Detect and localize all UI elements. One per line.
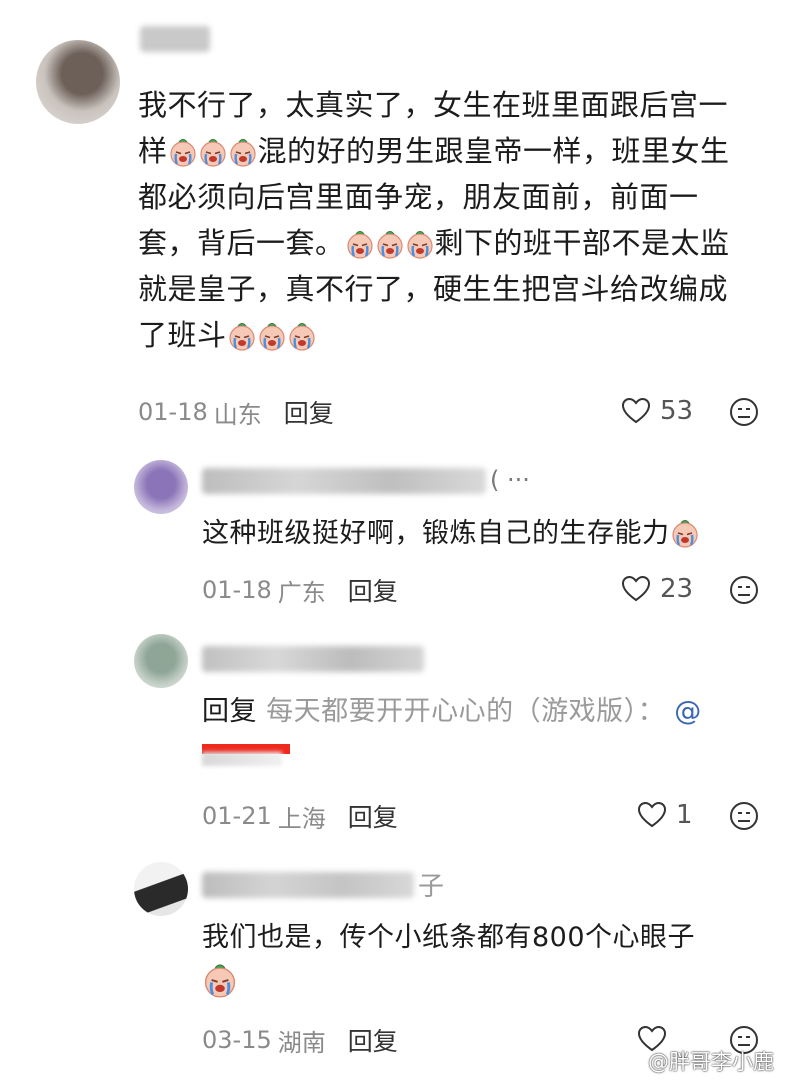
like-count: 23	[660, 574, 694, 604]
avatar[interactable]	[134, 634, 188, 688]
username-blurred[interactable]	[140, 26, 210, 52]
heart-icon	[620, 573, 652, 605]
comment-location: 山东	[213, 400, 262, 429]
reply-button[interactable]: 回复	[284, 394, 334, 430]
reply-prefix: 回复	[202, 696, 257, 727]
reply-button[interactable]: 回复	[348, 1022, 398, 1058]
crying-face-emoji	[375, 229, 405, 259]
crying-face-emoji	[228, 137, 258, 167]
comment-meta: 03-15 湖南 回复	[202, 1022, 398, 1058]
crying-face-emoji	[345, 229, 375, 259]
comment-date: 01-18	[138, 398, 208, 426]
avatar[interactable]	[36, 40, 120, 124]
like-button[interactable]: 23	[620, 572, 693, 606]
comment-date: 01-18	[202, 576, 272, 604]
crying-face-emoji	[202, 962, 238, 998]
comment-text: 我不行了，太真实了，女生在班里面跟后宫一 样混的好的男生跟皇帝一样，班里女生 都…	[138, 88, 730, 352]
avatar[interactable]	[134, 460, 188, 514]
comment-meta: 01-18 山东 回复	[138, 394, 334, 430]
reply-button[interactable]: 回复	[348, 798, 398, 834]
emoji-reaction-icon[interactable]	[728, 396, 760, 428]
comment-date: 03-15	[202, 1026, 272, 1054]
crying-face-emoji	[405, 229, 435, 259]
crying-face-emoji	[198, 137, 228, 167]
quoted-username[interactable]: 每天都要开开心心的（游戏版）：	[266, 696, 665, 727]
comment-location: 广东	[277, 578, 326, 607]
like-count: 1	[676, 800, 693, 830]
like-button[interactable]: 53	[620, 394, 693, 428]
comment-location: 上海	[277, 804, 326, 833]
watermark: @胖哥李小鹿	[648, 1050, 774, 1074]
comment-text: 这种班级挺好啊，锻炼自己的生存能力	[202, 512, 782, 556]
reply-button[interactable]: 回复	[348, 572, 398, 608]
comment-meta: 01-21 上海 回复	[202, 798, 398, 834]
like-count: 53	[660, 396, 694, 426]
comment-text: 回复 每天都要开开心心的（游戏版）： @	[202, 690, 782, 734]
redacted-mention	[202, 744, 290, 768]
mention-at[interactable]: @	[674, 696, 702, 727]
username-blurred[interactable]	[202, 646, 424, 672]
comment-date: 01-21	[202, 802, 272, 830]
crying-face-emoji	[257, 321, 287, 351]
like-button[interactable]: 1	[636, 798, 693, 832]
username-blurred[interactable]	[202, 872, 414, 898]
crying-face-emoji	[227, 321, 257, 351]
more-options[interactable]: ( ···	[490, 466, 530, 494]
heart-icon	[620, 395, 652, 427]
comment-location: 湖南	[277, 1028, 326, 1057]
crying-face-emoji	[670, 518, 700, 548]
avatar[interactable]	[134, 862, 188, 916]
username-blurred[interactable]	[202, 468, 486, 494]
crying-face-emoji	[287, 321, 317, 351]
username-visible-tail[interactable]: 子	[418, 866, 444, 903]
emoji-reaction-icon[interactable]	[728, 574, 760, 606]
comment-text: 我们也是，传个小纸条都有800个心眼子	[202, 916, 782, 1004]
emoji-reaction-icon[interactable]	[728, 800, 760, 832]
heart-icon	[636, 799, 668, 831]
crying-face-emoji	[168, 137, 198, 167]
comment-meta: 01-18 广东 回复	[202, 572, 398, 608]
